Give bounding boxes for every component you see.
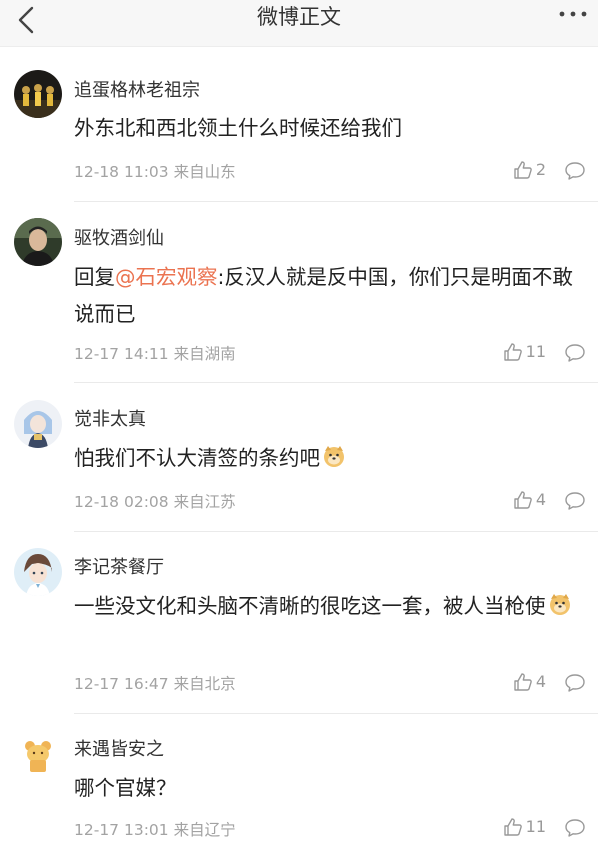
like-button[interactable]: 2 (513, 159, 546, 181)
timestamp: 12-18 11:03 (74, 163, 169, 181)
timestamp: 12-18 02:08 (74, 493, 169, 511)
comment-bubble-icon (565, 492, 585, 510)
comment-bubble-icon (565, 674, 585, 692)
comment-text: 回复@石宏观察:反汉人就是反中国，你们只是明面不敢说而已 (74, 259, 584, 333)
divider (74, 201, 598, 202)
comment-meta: 12-18 11:03 来自山东 (74, 160, 236, 182)
reply-button[interactable] (564, 491, 586, 511)
comment-text: 哪个官媒？ (74, 770, 584, 807)
like-count: 2 (535, 160, 546, 179)
reply-button[interactable] (564, 673, 586, 693)
like-count: 11 (525, 342, 546, 361)
doge-emoji-icon (548, 591, 572, 628)
like-button[interactable]: 11 (503, 341, 546, 363)
mention-link[interactable]: @石宏观察 (115, 265, 218, 289)
thumbs-up-icon (514, 672, 532, 691)
reply-button[interactable] (564, 818, 586, 838)
comment-meta: 12-17 14:11 来自湖南 (74, 342, 236, 364)
avatar-image (14, 70, 62, 118)
like-count: 11 (525, 817, 546, 836)
comment-text: 外东北和西北领土什么时候还给我们 (74, 110, 584, 147)
comment-bubble-icon (565, 819, 585, 837)
avatar-image (14, 548, 62, 596)
avatar[interactable] (14, 730, 62, 778)
timestamp: 12-17 16:47 (74, 675, 169, 693)
comment-body: 怕我们不认大清签的条约吧 (74, 446, 320, 470)
comment-bubble-icon (565, 344, 585, 362)
like-button[interactable]: 4 (513, 671, 546, 693)
avatar-image (14, 400, 62, 448)
avatar[interactable] (14, 218, 62, 266)
username[interactable]: 李记茶餐厅 (74, 553, 164, 579)
comment-bubble-icon (565, 162, 585, 180)
username[interactable]: 觉非太真 (74, 405, 146, 431)
comment-body: 一些没文化和头脑不清晰的很吃这一套，被人当枪使 (74, 594, 546, 618)
avatar-image (14, 218, 62, 266)
page-title: 微博正文 (257, 5, 341, 29)
username[interactable]: 驱牧酒剑仙 (74, 224, 164, 250)
like-count: 4 (535, 490, 546, 509)
reply-button[interactable] (564, 343, 586, 363)
comment-meta: 12-17 13:01 来自辽宁 (74, 818, 236, 840)
comment-meta: 12-18 02:08 来自江苏 (74, 490, 236, 512)
username[interactable]: 追蛋格林老祖宗 (74, 76, 200, 102)
more-button[interactable] (556, 6, 590, 26)
location: 来自辽宁 (173, 821, 236, 839)
divider (74, 713, 598, 714)
timestamp: 12-17 13:01 (74, 821, 169, 839)
like-count: 4 (535, 672, 546, 691)
thumbs-up-icon (503, 342, 522, 361)
reply-button[interactable] (564, 161, 586, 181)
avatar-image (14, 730, 62, 778)
comment-body: 哪个官媒？ (74, 776, 177, 800)
timestamp: 12-17 14:11 (74, 345, 169, 363)
divider (74, 531, 598, 532)
reply-prefix: 回复 (74, 265, 115, 289)
like-button[interactable]: 4 (513, 489, 546, 511)
comment-body: 外东北和西北领土什么时候还给我们 (74, 116, 402, 140)
thumbs-up-icon (503, 817, 522, 836)
location: 来自北京 (173, 675, 236, 693)
comment-text: 一些没文化和头脑不清晰的很吃这一套，被人当枪使 (74, 588, 584, 628)
divider (74, 382, 598, 383)
avatar[interactable] (14, 400, 62, 448)
thumbs-up-icon (514, 160, 532, 179)
avatar[interactable] (14, 548, 62, 596)
location: 来自湖南 (173, 345, 236, 363)
more-dots-icon (559, 11, 587, 17)
location: 来自江苏 (173, 493, 236, 511)
doge-emoji-icon (322, 443, 346, 480)
top-nav-bar: 微博正文 (0, 0, 598, 47)
thumbs-up-icon (514, 490, 532, 509)
location: 来自山东 (173, 163, 236, 181)
comment-text: 怕我们不认大清签的条约吧 (74, 440, 584, 480)
comment-meta: 12-17 16:47 来自北京 (74, 672, 236, 694)
username[interactable]: 来遇皆安之 (74, 735, 164, 761)
avatar[interactable] (14, 70, 62, 118)
